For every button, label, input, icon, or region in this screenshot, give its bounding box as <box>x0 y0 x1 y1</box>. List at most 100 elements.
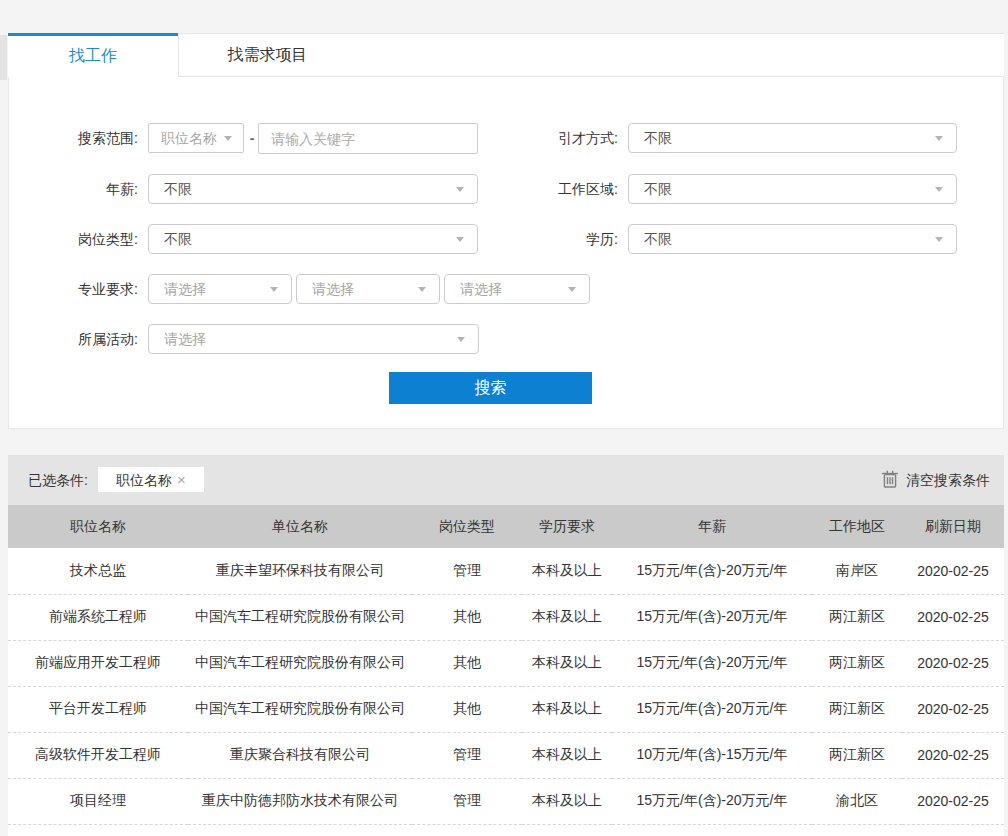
table-cell: 平台开发工程师 <box>8 686 188 732</box>
table-cell: 项目经理 <box>8 778 188 824</box>
chevron-down-icon <box>935 187 943 192</box>
table-header-cell: 刷新日期 <box>902 505 1004 548</box>
table-cell: 重庆中防德邦防水技术有限公司 <box>188 778 412 824</box>
table-cell: 15万元/年(含)-20万元/年 <box>612 778 812 824</box>
major-select-2[interactable]: 请选择 <box>296 274 440 304</box>
table-row[interactable]: 项目经理重庆中防德邦防水技术有限公司管理本科及以上15万元/年(含)-20万元/… <box>8 778 1004 824</box>
table-header-cell: 单位名称 <box>188 505 412 548</box>
talent-mode-label: 引才方式: <box>508 123 618 153</box>
table-cell: 2020-02-25 <box>902 640 1004 686</box>
keyword-input[interactable] <box>258 123 478 154</box>
tab-find-project[interactable]: 找需求项目 <box>179 34 356 76</box>
filter-tag[interactable]: 职位名称× <box>98 467 204 492</box>
table-cell: 2020-02-25 <box>902 594 1004 640</box>
post-type-label: 岗位类型: <box>28 224 138 254</box>
table-header-cell: 工作地区 <box>812 505 902 548</box>
table-cell: 2020-02-25 <box>902 778 1004 824</box>
table-cell: 中国汽车工程研究院股份有限公司 <box>188 640 412 686</box>
chevron-down-icon <box>456 237 464 242</box>
table-cell: 南岸区 <box>812 548 902 594</box>
table-cell: 本科及以上 <box>522 686 612 732</box>
table-cell: 两江新区 <box>812 732 902 778</box>
results-table: 职位名称单位名称岗位类型学历要求年薪工作地区刷新日期 技术总监重庆丰望环保科技有… <box>8 505 1004 825</box>
chevron-down-icon <box>457 337 465 342</box>
table-cell: 本科及以上 <box>522 548 612 594</box>
trash-icon <box>882 470 898 488</box>
table-cell: 两江新区 <box>812 640 902 686</box>
table-header-row: 职位名称单位名称岗位类型学历要求年薪工作地区刷新日期 <box>8 505 1004 548</box>
major-select-1[interactable]: 请选择 <box>148 274 292 304</box>
table-cell: 高级软件开发工程师 <box>8 732 188 778</box>
table-cell: 管理 <box>412 778 522 824</box>
work-area-select[interactable]: 不限 <box>628 174 957 204</box>
separator-dash: - <box>246 123 258 153</box>
table-cell: 前端系统工程师 <box>8 594 188 640</box>
table-cell: 前端应用开发工程师 <box>8 640 188 686</box>
table-cell: 中国汽车工程研究院股份有限公司 <box>188 594 412 640</box>
tab-strip: 找需求项目 <box>178 33 1004 77</box>
table-cell: 2020-02-25 <box>902 686 1004 732</box>
post-type-select[interactable]: 不限 <box>148 224 478 254</box>
table-row[interactable]: 高级软件开发工程师重庆聚合科技有限公司管理本科及以上10万元/年(含)-15万元… <box>8 732 1004 778</box>
selected-filters-label: 已选条件: <box>28 455 88 505</box>
results-table-wrap: 职位名称单位名称岗位类型学历要求年薪工作地区刷新日期 技术总监重庆丰望环保科技有… <box>8 505 1004 836</box>
search-scope-label: 搜索范围: <box>28 123 138 153</box>
salary-label: 年薪: <box>28 174 138 204</box>
chevron-down-icon <box>418 287 426 292</box>
table-cell: 其他 <box>412 640 522 686</box>
page: 找需求项目 找工作 搜索范围: 职位名称 - 引才方式: 不限 年薪: 不限 工… <box>0 0 1008 836</box>
table-cell: 其他 <box>412 594 522 640</box>
education-select[interactable]: 不限 <box>628 224 957 254</box>
major-label: 专业要求: <box>28 274 138 304</box>
chevron-down-icon <box>935 136 943 141</box>
chevron-down-icon <box>270 287 278 292</box>
table-cell: 重庆丰望环保科技有限公司 <box>188 548 412 594</box>
chevron-down-icon <box>456 187 464 192</box>
table-cell: 中国汽车工程研究院股份有限公司 <box>188 686 412 732</box>
clear-filters-button[interactable]: 清空搜索条件 <box>882 455 990 505</box>
table-cell: 其他 <box>412 686 522 732</box>
table-row[interactable]: 前端应用开发工程师中国汽车工程研究院股份有限公司其他本科及以上15万元/年(含)… <box>8 640 1004 686</box>
table-header-cell: 学历要求 <box>522 505 612 548</box>
table-cell: 本科及以上 <box>522 732 612 778</box>
search-scope-select[interactable]: 职位名称 <box>148 123 244 153</box>
table-cell: 技术总监 <box>8 548 188 594</box>
tab-find-job[interactable]: 找工作 <box>8 33 178 77</box>
table-row[interactable]: 前端系统工程师中国汽车工程研究院股份有限公司其他本科及以上15万元/年(含)-2… <box>8 594 1004 640</box>
table-cell: 本科及以上 <box>522 778 612 824</box>
remove-filter-icon[interactable]: × <box>172 471 186 488</box>
table-cell: 管理 <box>412 548 522 594</box>
chevron-down-icon <box>568 287 576 292</box>
table-cell: 本科及以上 <box>522 594 612 640</box>
table-row[interactable]: 平台开发工程师中国汽车工程研究院股份有限公司其他本科及以上15万元/年(含)-2… <box>8 686 1004 732</box>
table-header-cell: 岗位类型 <box>412 505 522 548</box>
table-cell: 15万元/年(含)-20万元/年 <box>612 594 812 640</box>
table-cell: 重庆聚合科技有限公司 <box>188 732 412 778</box>
table-cell: 两江新区 <box>812 594 902 640</box>
table-cell: 管理 <box>412 732 522 778</box>
search-button[interactable]: 搜索 <box>389 372 592 404</box>
table-cell: 本科及以上 <box>522 640 612 686</box>
table-cell: 15万元/年(含)-20万元/年 <box>612 686 812 732</box>
table-row[interactable]: 技术总监重庆丰望环保科技有限公司管理本科及以上15万元/年(含)-20万元/年南… <box>8 548 1004 594</box>
table-header-cell: 职位名称 <box>8 505 188 548</box>
salary-select[interactable]: 不限 <box>148 174 478 204</box>
major-select-3[interactable]: 请选择 <box>444 274 590 304</box>
activity-label: 所属活动: <box>28 324 138 354</box>
work-area-label: 工作区域: <box>508 174 618 204</box>
education-label: 学历: <box>508 224 618 254</box>
tab-edge-decoration <box>0 35 7 80</box>
talent-mode-select[interactable]: 不限 <box>628 123 957 153</box>
table-header-cell: 年薪 <box>612 505 812 548</box>
selected-filters-bar: 已选条件: 职位名称× 清空搜索条件 <box>8 455 1004 505</box>
table-cell: 15万元/年(含)-20万元/年 <box>612 640 812 686</box>
chevron-down-icon <box>935 237 943 242</box>
table-cell: 两江新区 <box>812 686 902 732</box>
table-cell: 10万元/年(含)-15万元/年 <box>612 732 812 778</box>
table-cell: 2020-02-25 <box>902 548 1004 594</box>
table-cell: 渝北区 <box>812 778 902 824</box>
table-cell: 15万元/年(含)-20万元/年 <box>612 548 812 594</box>
table-cell: 2020-02-25 <box>902 732 1004 778</box>
activity-select[interactable]: 请选择 <box>148 324 479 354</box>
chevron-down-icon <box>224 136 232 141</box>
